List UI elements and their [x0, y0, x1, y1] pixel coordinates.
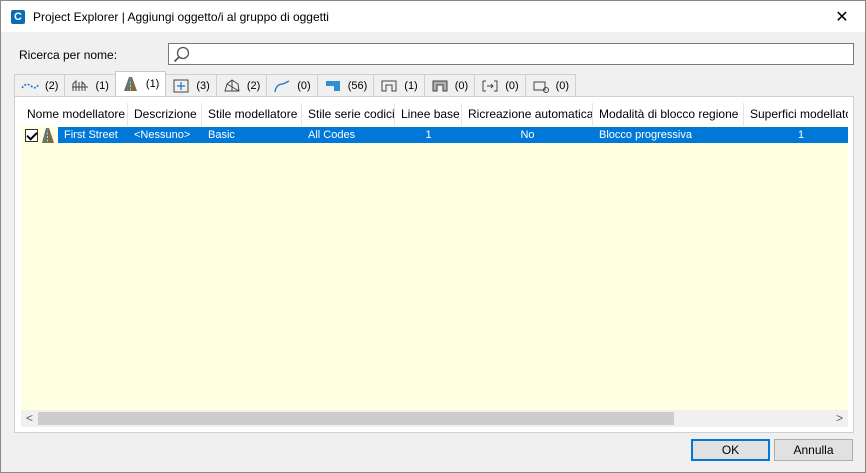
dialog-window: C Project Explorer | Aggiungi oggetto/i …	[0, 0, 866, 473]
column-header[interactable]: Nome modellatore	[21, 103, 128, 126]
assembly-icon	[173, 79, 189, 92]
featureline-icon	[274, 79, 290, 92]
civil3d-app-icon: C	[11, 9, 25, 24]
tab-feature-lines[interactable]: (0)	[266, 74, 318, 96]
tab-count: (0)	[555, 79, 570, 92]
bridge-icon	[72, 79, 89, 91]
ok-button[interactable]: OK	[691, 439, 770, 461]
table-cell: 1	[395, 127, 462, 143]
tab-count: (56)	[347, 79, 368, 92]
tab-count: (0)	[297, 79, 311, 92]
tab-count: (3)	[196, 79, 210, 92]
search-label: Ricerca per nome:	[19, 48, 118, 62]
pressure-structure-icon	[432, 80, 448, 91]
pipe-structure-icon	[381, 80, 397, 91]
tab-assemblies[interactable]: (3)	[165, 74, 217, 96]
title-bar: C Project Explorer | Aggiungi oggetto/i …	[1, 1, 865, 32]
object-type-tabs: (2) (1) (1) (3) (2) (0) (56) (1) (0) (0)…	[14, 71, 577, 96]
table-cell: Blocco progressiva	[593, 127, 744, 143]
tab-profile-views[interactable]: (0)	[524, 74, 577, 96]
table-cell: First Street	[58, 127, 128, 143]
tab-pipe-structures[interactable]: (1)	[373, 74, 425, 96]
corridor-icon	[123, 76, 137, 92]
column-header[interactable]: Stile modellatore	[202, 103, 302, 126]
tab-count: (1)	[404, 79, 418, 92]
scroll-right-arrow[interactable]: >	[831, 410, 848, 427]
corridor-icon	[42, 127, 54, 143]
column-header[interactable]: Superfici modellato	[744, 103, 848, 126]
tab-bridges[interactable]: (1)	[64, 74, 116, 96]
tab-count: (0)	[454, 79, 469, 92]
profile-view-icon	[533, 81, 549, 93]
scroll-left-arrow[interactable]: <	[21, 410, 38, 427]
tab-pressure-structures[interactable]: (0)	[423, 74, 476, 96]
table-cell: <Nessuno>	[128, 127, 202, 143]
column-header[interactable]: Ricreazione automatica	[462, 103, 593, 126]
cancel-button[interactable]: Annulla	[774, 439, 853, 461]
surface-icon	[224, 78, 240, 91]
tab-count: (1)	[145, 78, 160, 90]
row-checkbox[interactable]	[25, 128, 38, 142]
table-cell: All Codes	[302, 127, 395, 143]
sampleline-icon	[482, 80, 498, 91]
table-cell: No	[462, 127, 593, 143]
column-header[interactable]: Descrizione	[128, 103, 202, 126]
tab-count: (0)	[505, 79, 519, 92]
tab-count: (2)	[45, 79, 59, 92]
tab-subassemblies[interactable]: (56)	[316, 74, 375, 96]
tab-count: (2)	[246, 79, 261, 92]
scrollbar-thumb[interactable]	[38, 412, 674, 425]
search-field[interactable]	[168, 43, 854, 65]
subassembly-icon	[325, 80, 340, 91]
table-row[interactable]: First Street <Nessuno> Basic All Codes 1…	[21, 127, 848, 143]
table-cell: Basic	[202, 127, 302, 143]
tab-surfaces[interactable]: (2)	[215, 74, 268, 96]
tab-sample-lines[interactable]: (0)	[474, 74, 526, 96]
column-header[interactable]: Stile serie codici	[302, 103, 395, 126]
horizontal-scrollbar[interactable]: < >	[21, 410, 848, 427]
column-header[interactable]: Modalità di blocco regione	[593, 103, 744, 126]
tab-corridors[interactable]: (1)	[114, 71, 167, 96]
search-input[interactable]	[194, 45, 853, 63]
close-button[interactable]: ✕	[819, 1, 865, 32]
table-header: Nome modellatore Descrizione Stile model…	[21, 103, 848, 126]
column-header[interactable]: Linee base	[395, 103, 462, 126]
alignment-icon	[21, 83, 39, 88]
search-icon	[173, 46, 190, 62]
tab-panel: Nome modellatore Descrizione Stile model…	[14, 96, 854, 433]
table-cell: 1	[744, 127, 848, 143]
tab-alignments[interactable]: (2)	[14, 74, 66, 96]
row-selector	[21, 127, 58, 143]
tab-count: (1)	[95, 79, 109, 92]
window-title: Project Explorer | Aggiungi oggetto/i al…	[33, 9, 329, 24]
corridor-table: Nome modellatore Descrizione Stile model…	[21, 103, 848, 416]
